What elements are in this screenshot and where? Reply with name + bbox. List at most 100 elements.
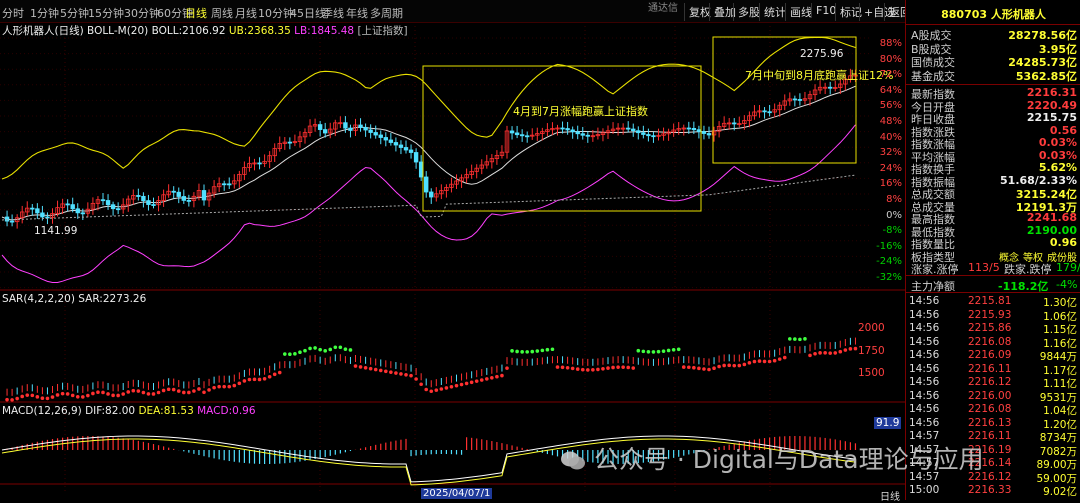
sar-dot <box>833 351 838 355</box>
sar-dot <box>631 366 636 370</box>
pct-axis-label: 8% <box>886 194 902 205</box>
sar-dot <box>207 388 211 392</box>
sar-dot <box>111 393 115 398</box>
period-tab[interactable]: 5分钟 <box>60 5 89 21</box>
sar-dot <box>490 376 494 380</box>
tick-row: 14:56 2216.08 1.04亿 <box>909 403 1077 417</box>
sar-dot <box>384 369 388 374</box>
candle-body <box>141 195 146 202</box>
period-tab[interactable]: 月线 <box>235 5 257 21</box>
sar-dot <box>454 383 459 388</box>
high-price-label: 2275.96 <box>800 48 844 60</box>
sar-dot <box>727 363 731 368</box>
candle-body <box>792 98 798 101</box>
sar-dot <box>702 367 706 371</box>
dif-label: DIF: <box>85 405 106 417</box>
sar-dot <box>101 390 105 395</box>
period-tab[interactable]: 周线 <box>211 5 233 21</box>
sar-dot <box>394 371 398 375</box>
sar-title: SAR(4,2,2,20) <box>2 293 75 305</box>
sar-dot <box>288 352 292 357</box>
sar-dot <box>308 346 312 351</box>
kline-chart[interactable] <box>0 22 905 500</box>
quote-row: 指数涨跌 0.56 <box>911 123 1077 139</box>
tick-row: 14:56 2216.12 1.11亿 <box>909 376 1077 390</box>
sar-dot <box>333 345 338 350</box>
candle-body <box>691 128 697 131</box>
candle-body <box>626 127 631 130</box>
period-tab[interactable]: 日线 <box>185 5 207 21</box>
compare-index-tag: [上证指数] <box>357 25 408 37</box>
sar-dot <box>404 373 408 377</box>
quote-row: 最低指数 2190.00 <box>911 223 1077 239</box>
sar-dot <box>626 365 630 370</box>
lb-label: LB: <box>294 25 311 37</box>
sar-dot <box>303 348 307 353</box>
sar-dot <box>252 377 257 382</box>
sar-dot <box>500 373 504 378</box>
sar-dot <box>75 394 80 399</box>
period-tab[interactable]: 季线 <box>322 5 344 21</box>
quote-row: 总成交额 3215.24亿 <box>911 188 1077 201</box>
sar-dot <box>449 384 454 389</box>
sar-dot <box>646 349 651 354</box>
quote-row: 最高指数 2241.68 <box>911 211 1077 226</box>
tick-row: 14:56 2216.09 9844万 <box>909 349 1077 363</box>
sar-dot <box>86 393 90 398</box>
sar-dot <box>464 381 469 386</box>
stat-row: B股成交 3.95亿 <box>911 42 1077 56</box>
candle-body <box>509 130 515 134</box>
period-tab[interactable]: 分时 <box>2 5 24 21</box>
sar-dot <box>555 365 560 369</box>
candle-body <box>378 134 383 138</box>
sar-dot <box>545 347 550 352</box>
sar-dot <box>202 390 206 395</box>
candle-body <box>585 134 590 137</box>
sar-dot <box>580 367 585 372</box>
sar-dot <box>237 381 242 386</box>
candle-body <box>317 124 323 130</box>
main-indicator-header: 人形机器人(日线) BOLL-M(20) BOLL:2106.92 UB:236… <box>2 23 408 38</box>
period-tab[interactable]: 年线 <box>346 5 368 21</box>
sar-dot <box>156 390 161 395</box>
period-tab[interactable]: 1分钟 <box>30 5 59 21</box>
lb-value: 1845.48 <box>310 25 355 37</box>
candle-body <box>201 190 207 201</box>
candle-body <box>651 135 656 138</box>
period-tab[interactable]: 45日线 <box>290 5 326 21</box>
sar-dot <box>469 380 474 385</box>
sar-dot <box>298 350 302 354</box>
period-tab[interactable]: 15分钟 <box>88 5 124 21</box>
candle-body <box>80 212 85 215</box>
sar-dot <box>358 365 363 369</box>
candle-body <box>696 129 702 132</box>
wechat-icon <box>560 449 586 473</box>
sar-dot <box>424 387 429 392</box>
period-tab[interactable]: 30分钟 <box>124 5 160 21</box>
candle-body <box>797 99 803 101</box>
candle-body <box>560 127 565 130</box>
stat-row: A股成交 28278.56亿 <box>911 29 1077 42</box>
quote-panel: 880703 人形机器人 A股成交 28278.56亿 B股成交 3.95亿 国债成交 2… <box>905 0 1080 500</box>
pct-axis-label: -32% <box>876 272 902 283</box>
sar-dot <box>474 379 479 383</box>
pct-axis-label: 48% <box>879 116 902 127</box>
sar-dot <box>242 379 247 383</box>
sar-dot <box>732 363 737 368</box>
tick-row: 14:56 2216.08 1.16亿 <box>909 335 1077 350</box>
candle-body <box>631 128 636 132</box>
period-tab[interactable]: 多周期 <box>370 5 403 21</box>
sar-dot <box>591 367 595 372</box>
candle-body <box>368 129 373 133</box>
sar-dot <box>328 347 333 352</box>
candle-body <box>181 196 186 201</box>
sar-dot <box>378 368 383 373</box>
sar-dot <box>217 384 221 389</box>
sar-dot <box>560 365 565 370</box>
quote-row: 板指类型 概念 等权 成份股 <box>911 250 1077 264</box>
index-name-panel: 人形机器人 <box>990 8 1046 21</box>
sar-dot <box>323 349 328 353</box>
candle-body <box>358 124 363 128</box>
period-tab[interactable]: 10分钟 <box>258 5 294 21</box>
sar-dot <box>808 353 812 358</box>
